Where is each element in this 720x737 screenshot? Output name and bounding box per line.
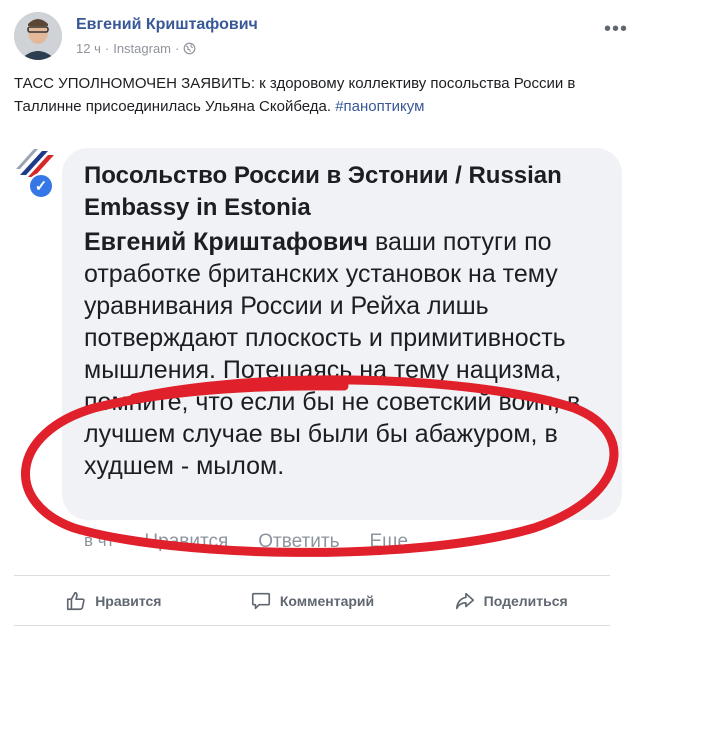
post-header: Евгений Криштафович 12 ч · Instagram · •… bbox=[14, 10, 627, 62]
post-actions-bar: Нравится Комментарий Поделиться bbox=[14, 583, 610, 619]
divider bbox=[14, 625, 610, 626]
comment-actions: в чт Нравится Ответить Еще bbox=[84, 531, 408, 553]
comment-icon bbox=[251, 592, 270, 610]
share-icon bbox=[455, 592, 474, 610]
meta-separator: · bbox=[175, 41, 180, 56]
page-name: Посольство России в Эстонии / Russian Em… bbox=[84, 162, 562, 221]
comment-text: Евгений Криштафович ваши потуги по отраб… bbox=[84, 226, 609, 482]
comment-bubble: Посольство России в Эстонии / Russian Em… bbox=[62, 148, 622, 520]
globe-icon[interactable] bbox=[183, 42, 196, 55]
thumbs-up-icon bbox=[67, 591, 85, 611]
post-time[interactable]: 12 ч bbox=[76, 41, 101, 56]
hashtag-link[interactable]: #паноптикум bbox=[335, 98, 424, 115]
share-button[interactable]: Поделиться bbox=[411, 583, 610, 619]
reply-text: ваши потуги по отработке британских уста… bbox=[84, 228, 581, 480]
author-name[interactable]: Евгений Криштафович bbox=[76, 16, 258, 34]
post-text: ТАСС УПОЛНОМОЧЕН ЗАЯВИТЬ: к здоровому ко… bbox=[14, 72, 612, 118]
share-label: Поделиться bbox=[483, 593, 568, 609]
meta-separator: · bbox=[104, 41, 110, 56]
more-options-icon[interactable]: ••• bbox=[604, 19, 628, 39]
verified-badge-icon: ✓ bbox=[28, 173, 54, 199]
post-source[interactable]: Instagram bbox=[113, 41, 171, 56]
post-image[interactable]: ✓ Посольство России в Эстонии / Russian … bbox=[14, 133, 624, 573]
comment-like-link: Нравится bbox=[144, 531, 229, 552]
like-label: Нравится bbox=[95, 593, 162, 609]
comment-reply-link: Ответить bbox=[258, 531, 340, 552]
comment-more-link: Еще bbox=[369, 531, 409, 552]
post-meta: 12 ч · Instagram · bbox=[76, 41, 196, 56]
divider bbox=[14, 575, 610, 576]
author-avatar[interactable] bbox=[14, 12, 62, 60]
reply-mention: Евгений Криштафович bbox=[84, 228, 369, 256]
like-button[interactable]: Нравится bbox=[14, 583, 213, 619]
comment-label: Комментарий bbox=[279, 593, 375, 609]
post-body: ТАСС УПОЛНОМОЧЕН ЗАЯВИТЬ: к здоровому ко… bbox=[14, 75, 576, 115]
comment-time: в чт bbox=[84, 531, 115, 550]
comment-button[interactable]: Комментарий bbox=[213, 583, 412, 619]
